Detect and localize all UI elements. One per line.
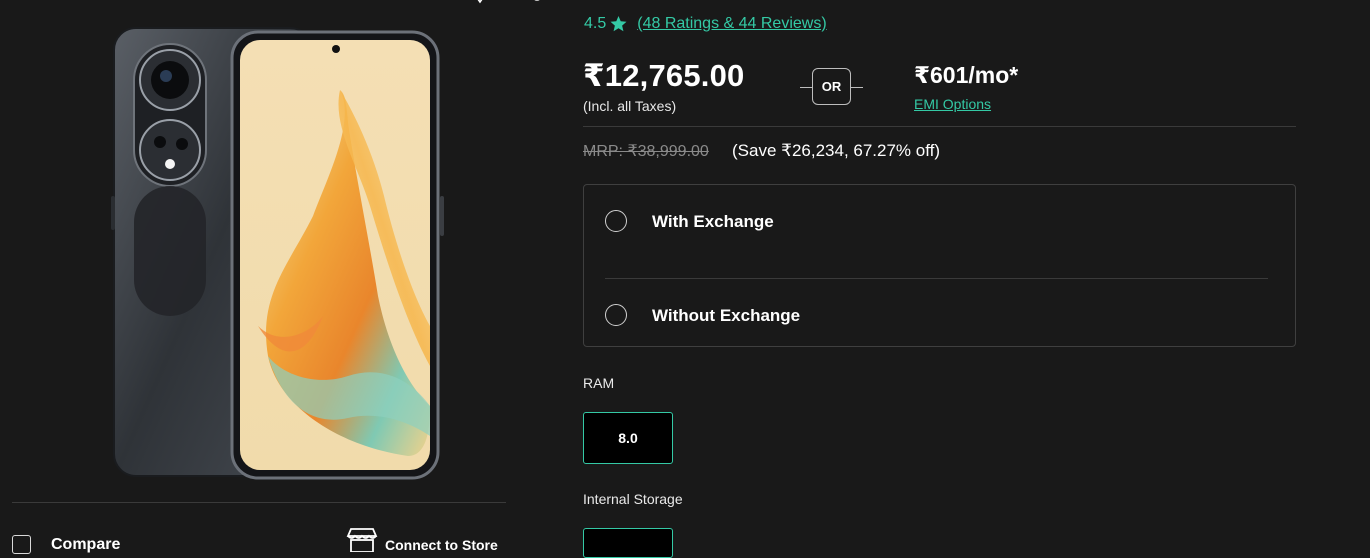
or-divider-line [800,87,812,88]
or-badge: OR [812,68,851,105]
emi-options-link[interactable]: EMI Options [914,96,991,112]
connect-to-store-link[interactable]: Connect to Store [385,537,498,553]
ram-option-button[interactable]: 8.0 [583,412,673,464]
compare-label[interactable]: Compare [51,536,120,554]
ram-label: RAM [583,375,615,391]
wishlist-heart-icon[interactable] [471,0,489,6]
compare-checkbox[interactable] [12,535,31,554]
share-icon[interactable] [528,0,546,6]
store-icon[interactable] [345,528,379,552]
rating-row: 4.5 (48 Ratings & 44 Reviews) [584,15,827,33]
rating-value: 4.5 [584,15,607,32]
storage-option-button[interactable] [583,528,673,558]
star-icon [610,16,627,32]
internal-storage-label: Internal Storage [583,491,683,507]
without-exchange-radio[interactable] [605,304,627,326]
price-divider [583,126,1296,127]
mrp-price: MRP: ₹38,999.00 [583,143,709,160]
price-tax-note: (Incl. all Taxes) [583,98,677,114]
selling-price: ₹12,765.00 [583,58,745,93]
ratings-reviews-link[interactable]: (48 Ratings & 44 Reviews) [637,15,826,33]
ram-option-value: 8.0 [618,430,638,446]
without-exchange-label[interactable]: Without Exchange [652,306,800,326]
phone-illustration [111,27,444,480]
savings-text: (Save ₹26,234, 67.27% off) [732,141,941,160]
emi-amount: ₹601/mo* [914,62,1019,88]
product-image[interactable] [108,26,448,480]
with-exchange-radio[interactable] [605,210,627,232]
or-divider-line [851,87,863,88]
left-divider [12,502,506,503]
with-exchange-label[interactable]: With Exchange [652,212,774,232]
exchange-divider [605,278,1268,279]
